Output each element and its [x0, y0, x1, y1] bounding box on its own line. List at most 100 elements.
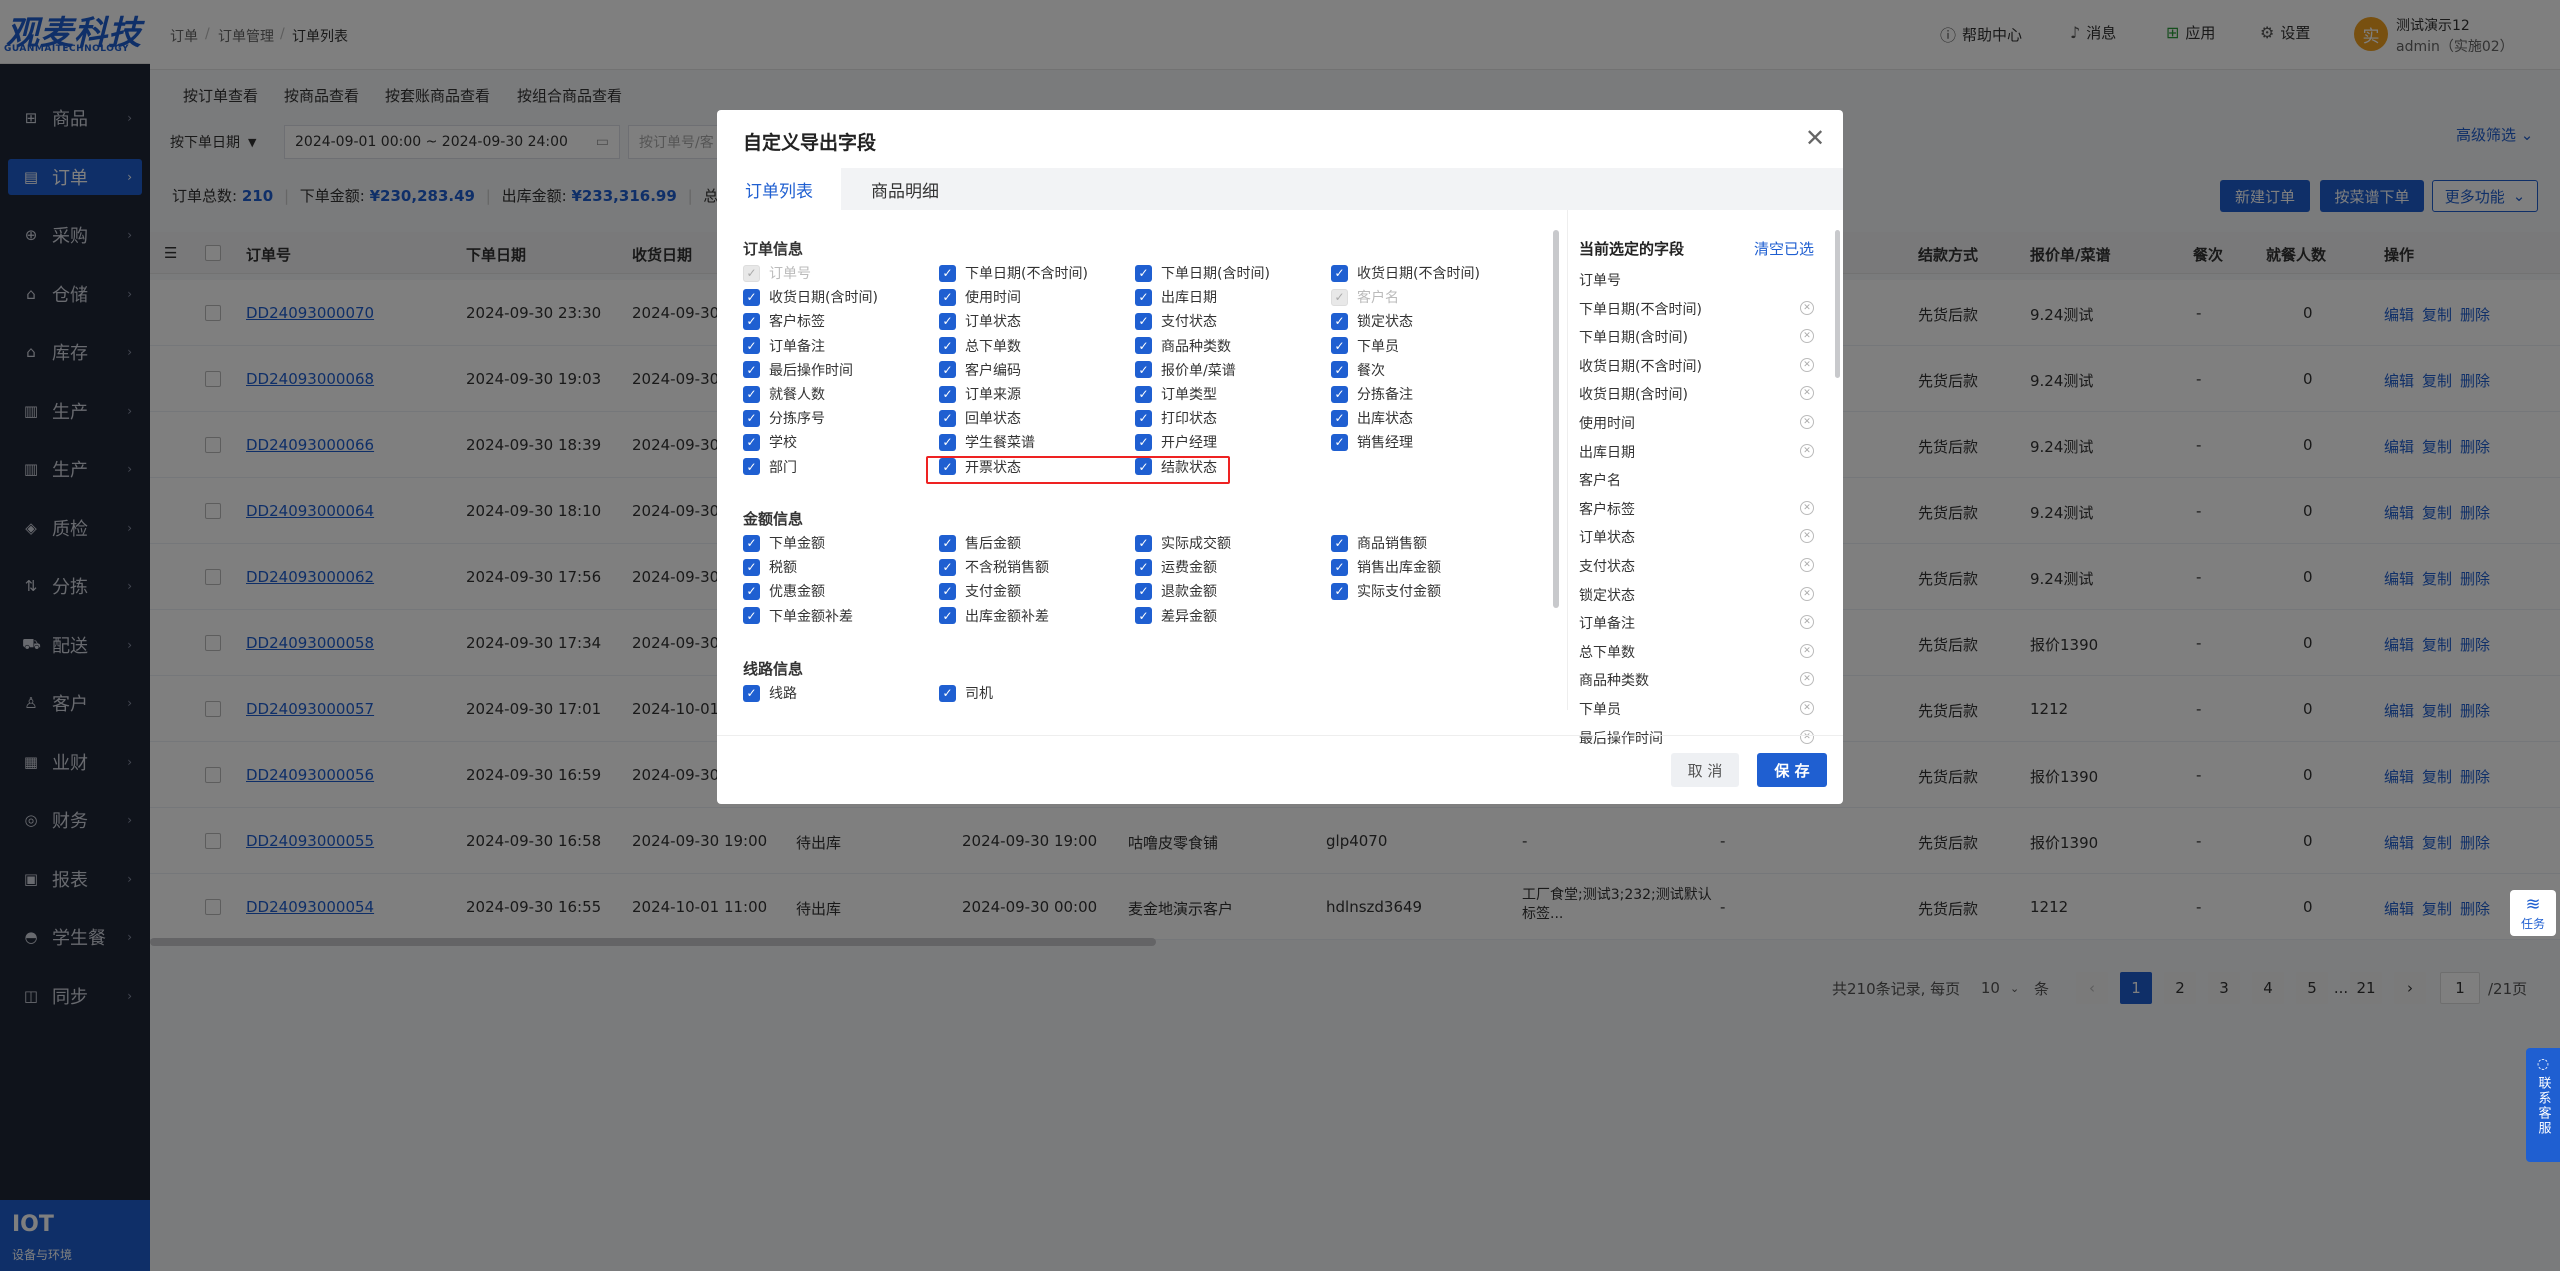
field-checkbox[interactable]: ✓ 分拣备注	[1331, 384, 1413, 404]
field-checkbox[interactable]: ✓ 优惠金额	[743, 581, 825, 601]
field-checkbox[interactable]: ✓ 收货日期(含时间)	[743, 287, 878, 307]
remove-field-icon[interactable]: ✕	[1800, 329, 1814, 344]
field-checkbox[interactable]: ✓ 下单金额	[743, 533, 825, 553]
remove-field-icon[interactable]: ✕	[1800, 357, 1814, 372]
remove-field-icon[interactable]: ✕	[1800, 300, 1814, 315]
tab-order-list[interactable]: 订单列表	[717, 168, 841, 210]
field-checkbox[interactable]: ✓ 商品销售额	[1331, 533, 1427, 553]
field-label: 退款金额	[1161, 584, 1217, 601]
field-checkbox[interactable]: ✓ 实际支付金额	[1331, 581, 1441, 601]
remove-field-icon[interactable]: ✕	[1800, 443, 1814, 458]
section-title: 线路信息	[743, 660, 804, 678]
remove-field-icon[interactable]: ✕	[1800, 558, 1814, 572]
field-checkbox[interactable]: ✓ 下单日期(不含时间)	[939, 263, 1088, 283]
field-checkbox[interactable]: ✓ 部门	[743, 457, 797, 477]
field-checkbox[interactable]: ✓ 订单来源	[939, 384, 1021, 404]
field-label: 销售出库金额	[1357, 560, 1441, 577]
checkbox-checked-icon: ✓	[939, 607, 956, 625]
checkbox-checked-icon: ✓	[939, 433, 956, 451]
field-checkbox[interactable]: ✓ 回单状态	[939, 408, 1021, 428]
field-checkbox[interactable]: ✓ 客户标签	[743, 311, 825, 331]
cancel-button[interactable]: 取 消	[1671, 753, 1739, 787]
field-checkbox[interactable]: ✓ 出库状态	[1331, 408, 1413, 428]
selected-field-item: 支付状态	[1579, 559, 1635, 575]
field-checkbox[interactable]: ✓ 报价单/菜谱	[1135, 360, 1236, 380]
field-label: 支付金额	[965, 584, 1021, 601]
checkbox-checked-icon: ✓	[939, 264, 956, 282]
field-checkbox[interactable]: ✓ 支付状态	[1135, 311, 1217, 331]
field-checkbox[interactable]: ✓ 开户经理	[1135, 432, 1217, 452]
field-checkbox[interactable]: ✓ 餐次	[1331, 360, 1385, 380]
field-checkbox[interactable]: ✓ 商品种类数	[1135, 336, 1231, 356]
field-checkbox[interactable]: ✓ 司机	[939, 683, 993, 703]
field-checkbox[interactable]: ✓ 销售经理	[1331, 432, 1413, 452]
field-checkbox[interactable]: ✓ 出库金额补差	[939, 606, 1049, 626]
field-checkbox[interactable]: ✓ 使用时间	[939, 287, 1021, 307]
field-label: 就餐人数	[769, 387, 825, 403]
field-label: 运费金额	[1161, 560, 1217, 577]
remove-field-icon[interactable]: ✕	[1800, 643, 1814, 658]
field-checkbox[interactable]: ✓ 锁定状态	[1331, 311, 1413, 331]
field-checkbox[interactable]: ✓ 客户编码	[939, 360, 1021, 380]
checkbox-checked-icon: ✓	[743, 458, 760, 476]
field-label: 总下单数	[965, 338, 1021, 355]
fields-scrollbar[interactable]	[1553, 230, 1559, 608]
checkbox-checked-icon: ✓	[743, 582, 760, 600]
field-checkbox[interactable]: ✓ 最后操作时间	[743, 360, 853, 380]
field-checkbox[interactable]: ✓ 打印状态	[1135, 408, 1217, 428]
field-checkbox[interactable]: ✓ 分拣序号	[743, 408, 825, 428]
remove-field-icon[interactable]: ✕	[1800, 500, 1814, 515]
field-checkbox[interactable]: ✓ 运费金额	[1135, 557, 1217, 577]
checkbox-checked-icon: ✓	[743, 264, 760, 282]
field-checkbox[interactable]: ✓ 下单员	[1331, 336, 1399, 356]
remove-field-icon[interactable]: ✕	[1800, 529, 1814, 544]
field-checkbox[interactable]: ✓ 订单类型	[1135, 384, 1217, 404]
field-checkbox[interactable]: ✓ 订单状态	[939, 311, 1021, 331]
field-checkbox[interactable]: ✓ 支付金额	[939, 581, 1021, 601]
selected-scrollbar[interactable]	[1835, 230, 1840, 378]
save-button[interactable]: 保 存	[1757, 753, 1827, 787]
checkbox-checked-icon: ✓	[1135, 558, 1152, 576]
clear-selected-link[interactable]: 清空已选	[1754, 238, 1814, 259]
field-label: 订单状态	[965, 314, 1021, 331]
field-label: 优惠金额	[769, 584, 825, 601]
remove-field-icon[interactable]: ✕	[1800, 672, 1814, 687]
task-label: 任务	[2520, 917, 2545, 931]
remove-field-icon[interactable]: ✕	[1800, 729, 1814, 744]
field-label: 部门	[769, 459, 797, 476]
task-float-button[interactable]: ≋ 任务	[2510, 890, 2556, 936]
contact-service-button[interactable]: ◌ 联系客服	[2526, 1048, 2560, 1162]
remove-field-icon[interactable]: ✕	[1800, 386, 1814, 401]
modal-tabs: 订单列表 商品明细	[717, 168, 1843, 210]
field-label: 报价单/菜谱	[1161, 362, 1236, 379]
field-checkbox[interactable]: ✓ 就餐人数	[743, 384, 825, 404]
selected-field-item: 出库日期	[1579, 444, 1635, 461]
field-checkbox[interactable]: ✓ 销售出库金额	[1331, 557, 1441, 577]
checkbox-checked-icon: ✓	[743, 534, 760, 552]
selected-field-item: 收货日期(不含时间)	[1579, 358, 1702, 375]
field-checkbox[interactable]: ✓ 退款金额	[1135, 581, 1217, 601]
field-checkbox[interactable]: ✓ 学生餐菜谱	[939, 432, 1035, 452]
field-checkbox[interactable]: ✓ 出库日期	[1135, 287, 1217, 307]
remove-field-icon[interactable]: ✕	[1800, 615, 1814, 630]
field-label: 开户经理	[1161, 435, 1217, 452]
selected-field-item: 订单号	[1579, 273, 1621, 289]
field-checkbox[interactable]: ✓ 售后金额	[939, 533, 1021, 553]
field-checkbox[interactable]: ✓ 下单金额补差	[743, 606, 853, 626]
field-checkbox[interactable]: ✓ 不含税销售额	[939, 557, 1049, 577]
checkbox-checked-icon: ✓	[743, 607, 760, 625]
tab-product-detail[interactable]: 商品明细	[841, 168, 969, 210]
field-checkbox[interactable]: ✓ 税额	[743, 557, 797, 577]
field-checkbox[interactable]: ✓ 收货日期(不含时间)	[1331, 263, 1480, 283]
field-checkbox[interactable]: ✓ 差异金额	[1135, 606, 1217, 626]
remove-field-icon[interactable]: ✕	[1800, 586, 1814, 601]
field-checkbox[interactable]: ✓ 总下单数	[939, 336, 1021, 356]
field-checkbox[interactable]: ✓ 学校	[743, 432, 797, 452]
close-icon[interactable]: ✕	[1805, 124, 1825, 152]
field-checkbox[interactable]: ✓ 订单备注	[743, 336, 825, 356]
remove-field-icon[interactable]: ✕	[1800, 701, 1814, 715]
field-checkbox[interactable]: ✓ 实际成交额	[1135, 533, 1231, 553]
field-checkbox[interactable]: ✓ 下单日期(含时间)	[1135, 263, 1270, 283]
remove-field-icon[interactable]: ✕	[1800, 415, 1814, 429]
field-checkbox[interactable]: ✓ 线路	[743, 683, 797, 703]
